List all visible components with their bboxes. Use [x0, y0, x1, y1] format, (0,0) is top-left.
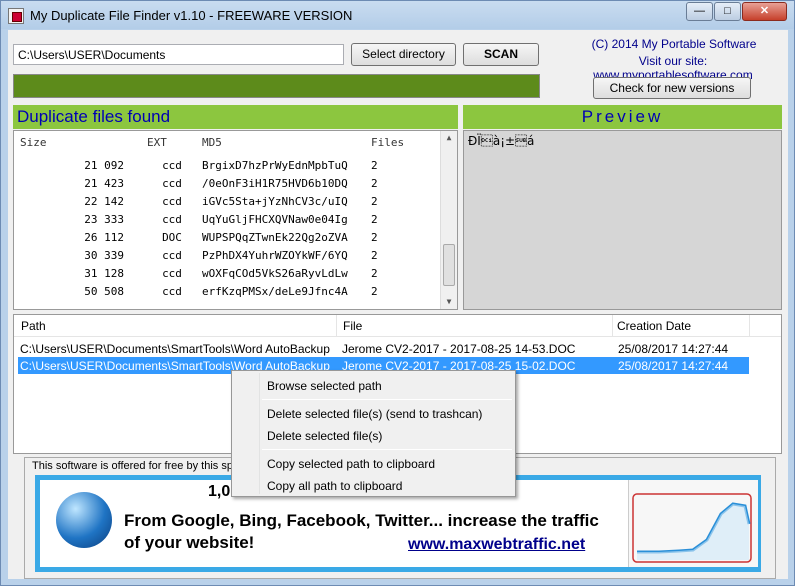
minimize-button[interactable]: —	[686, 2, 713, 21]
row-md5: erfKzqPMSx/deLe9Jfnc4A	[202, 285, 348, 298]
row-files: 2	[371, 285, 378, 298]
scroll-down-icon[interactable]: ▼	[441, 295, 457, 309]
context-menu: Browse selected path Delete selected fil…	[231, 370, 516, 497]
globe-icon	[56, 492, 112, 548]
maximize-button[interactable]: □	[714, 2, 741, 21]
duplicate-row[interactable]: 26 112 DOC WUPSPQqZTwnEk22Qg2oZVA 2	[14, 231, 439, 249]
column-divider[interactable]	[749, 315, 750, 337]
file-path: C:\Users\USER\Documents\SmartTools\Word …	[20, 342, 330, 356]
row-ext: ccd	[162, 249, 182, 262]
duplicate-row[interactable]: 23 333 ccd UqYuGljFHCXQVNaw0e04Ig 2	[14, 213, 439, 231]
title-bar[interactable]: My Duplicate File Finder v1.10 - FREEWAR…	[1, 1, 794, 29]
column-divider[interactable]	[336, 315, 337, 337]
preview-header: Preview	[463, 105, 782, 129]
column-creation-date[interactable]: Creation Date	[617, 319, 691, 333]
duplicate-row[interactable]: 30 339 ccd PzPhDX4YuhrWZOYkWF/6YQ 2	[14, 249, 439, 267]
row-ext: ccd	[162, 213, 182, 226]
row-ext: DOC	[162, 231, 182, 244]
row-size: 21 423	[84, 177, 124, 190]
menu-gutter	[259, 373, 260, 494]
duplicate-row[interactable]: 50 508 ccd erfKzqPMSx/deLe9Jfnc4A 2	[14, 285, 439, 303]
row-files: 2	[371, 159, 378, 172]
duplicate-row[interactable]: 31 128 ccd wOXFqCOd5VkS26aRyvLdLw 2	[14, 267, 439, 285]
duplicates-column-header: Size EXT MD5 Files	[14, 136, 439, 154]
row-md5: wOXFqCOd5VkS26aRyvLdLw	[202, 267, 348, 280]
row-ext: ccd	[162, 177, 182, 190]
duplicates-list[interactable]: Size EXT MD5 Files 21 092 ccd BrgixD7hzP…	[13, 130, 458, 310]
ad-counter: 1,0	[208, 483, 231, 500]
row-md5: iGVc5Sta+jYzNhCV3c/uIQ	[202, 195, 348, 208]
column-divider[interactable]	[612, 315, 613, 337]
row-files: 2	[371, 231, 378, 244]
scroll-up-icon[interactable]: ▲	[441, 131, 457, 145]
menu-item-delete[interactable]: Delete selected file(s)	[267, 429, 382, 443]
row-size: 50 508	[84, 285, 124, 298]
row-size: 31 128	[84, 267, 124, 280]
row-md5: UqYuGljFHCXQVNaw0e04Ig	[202, 213, 348, 226]
menu-item-browse-path[interactable]: Browse selected path	[267, 379, 382, 393]
files-column-header: Path File Creation Date	[14, 315, 781, 337]
window-title: My Duplicate File Finder v1.10 - FREEWAR…	[30, 8, 353, 23]
ad-chart-image	[628, 480, 758, 567]
row-files: 2	[371, 249, 378, 262]
file-name: Jerome CV2-2017 - 2017-08-25 14-53.DOC	[342, 342, 576, 356]
duplicates-header: Duplicate files found	[13, 105, 458, 129]
directory-path-input[interactable]: C:\Users\USER\Documents	[13, 44, 344, 65]
menu-item-copy-path[interactable]: Copy selected path to clipboard	[267, 457, 435, 471]
column-size[interactable]: Size	[20, 136, 47, 149]
column-file[interactable]: File	[343, 319, 362, 333]
ad-link[interactable]: www.maxwebtraffic.net	[408, 536, 585, 554]
ad-chart-graphic	[632, 493, 752, 563]
row-files: 2	[371, 177, 378, 190]
scroll-thumb[interactable]	[443, 244, 455, 286]
row-size: 30 339	[84, 249, 124, 262]
column-path[interactable]: Path	[21, 319, 46, 333]
column-files[interactable]: Files	[371, 136, 404, 149]
row-ext: ccd	[162, 195, 182, 208]
file-date: 25/08/2017 14:27:44	[618, 359, 729, 373]
row-ext: ccd	[162, 285, 182, 298]
row-md5: PzPhDX4YuhrWZOYkWF/6YQ	[202, 249, 348, 262]
app-icon	[8, 8, 24, 24]
file-date: 25/08/2017 14:27:44	[618, 342, 729, 356]
scan-button[interactable]: SCAN	[463, 43, 539, 66]
row-md5: /0eOnF3iH1R75HVD6b10DQ	[202, 177, 348, 190]
row-size: 22 142	[84, 195, 124, 208]
row-md5: BrgixD7hzPrWyEdnMpbTuQ	[202, 159, 348, 172]
row-size: 23 333	[84, 213, 124, 226]
row-ext: ccd	[162, 267, 182, 280]
column-ext[interactable]: EXT	[147, 136, 167, 149]
duplicate-row[interactable]: 22 142 ccd iGVc5Sta+jYzNhCV3c/uIQ 2	[14, 195, 439, 213]
select-directory-button[interactable]: Select directory	[351, 43, 456, 66]
row-size: 26 112	[84, 231, 124, 244]
column-md5[interactable]: MD5	[202, 136, 222, 149]
duplicates-scrollbar[interactable]: ▲ ▼	[440, 131, 457, 309]
menu-separator	[262, 449, 512, 450]
duplicate-row[interactable]: 21 092 ccd BrgixD7hzPrWyEdnMpbTuQ 2	[14, 159, 439, 177]
scan-progress-bar	[13, 74, 540, 98]
app-window: My Duplicate File Finder v1.10 - FREEWAR…	[0, 0, 795, 586]
menu-item-copy-all-paths[interactable]: Copy all path to clipboard	[267, 479, 402, 493]
row-size: 21 092	[84, 159, 124, 172]
close-button[interactable]: ✕	[742, 2, 787, 21]
row-md5: WUPSPQqZTwnEk22Qg2oZVA	[202, 231, 348, 244]
ad-caption: This software is offered for free by thi…	[32, 460, 240, 472]
file-row[interactable]: C:\Users\USER\Documents\SmartTools\Word …	[18, 340, 749, 357]
row-files: 2	[371, 213, 378, 226]
duplicate-row[interactable]: 21 423 ccd /0eOnF3iH1R75HVD6b10DQ 2	[14, 177, 439, 195]
menu-separator	[262, 399, 512, 400]
check-versions-button[interactable]: Check for new versions	[593, 77, 751, 99]
copyright-text: (C) 2014 My Portable Software	[591, 37, 757, 51]
preview-pane: ÐÏà¡±á	[463, 130, 782, 310]
row-files: 2	[371, 195, 378, 208]
row-ext: ccd	[162, 159, 182, 172]
row-files: 2	[371, 267, 378, 280]
menu-item-delete-trash[interactable]: Delete selected file(s) (send to trashca…	[267, 407, 482, 421]
